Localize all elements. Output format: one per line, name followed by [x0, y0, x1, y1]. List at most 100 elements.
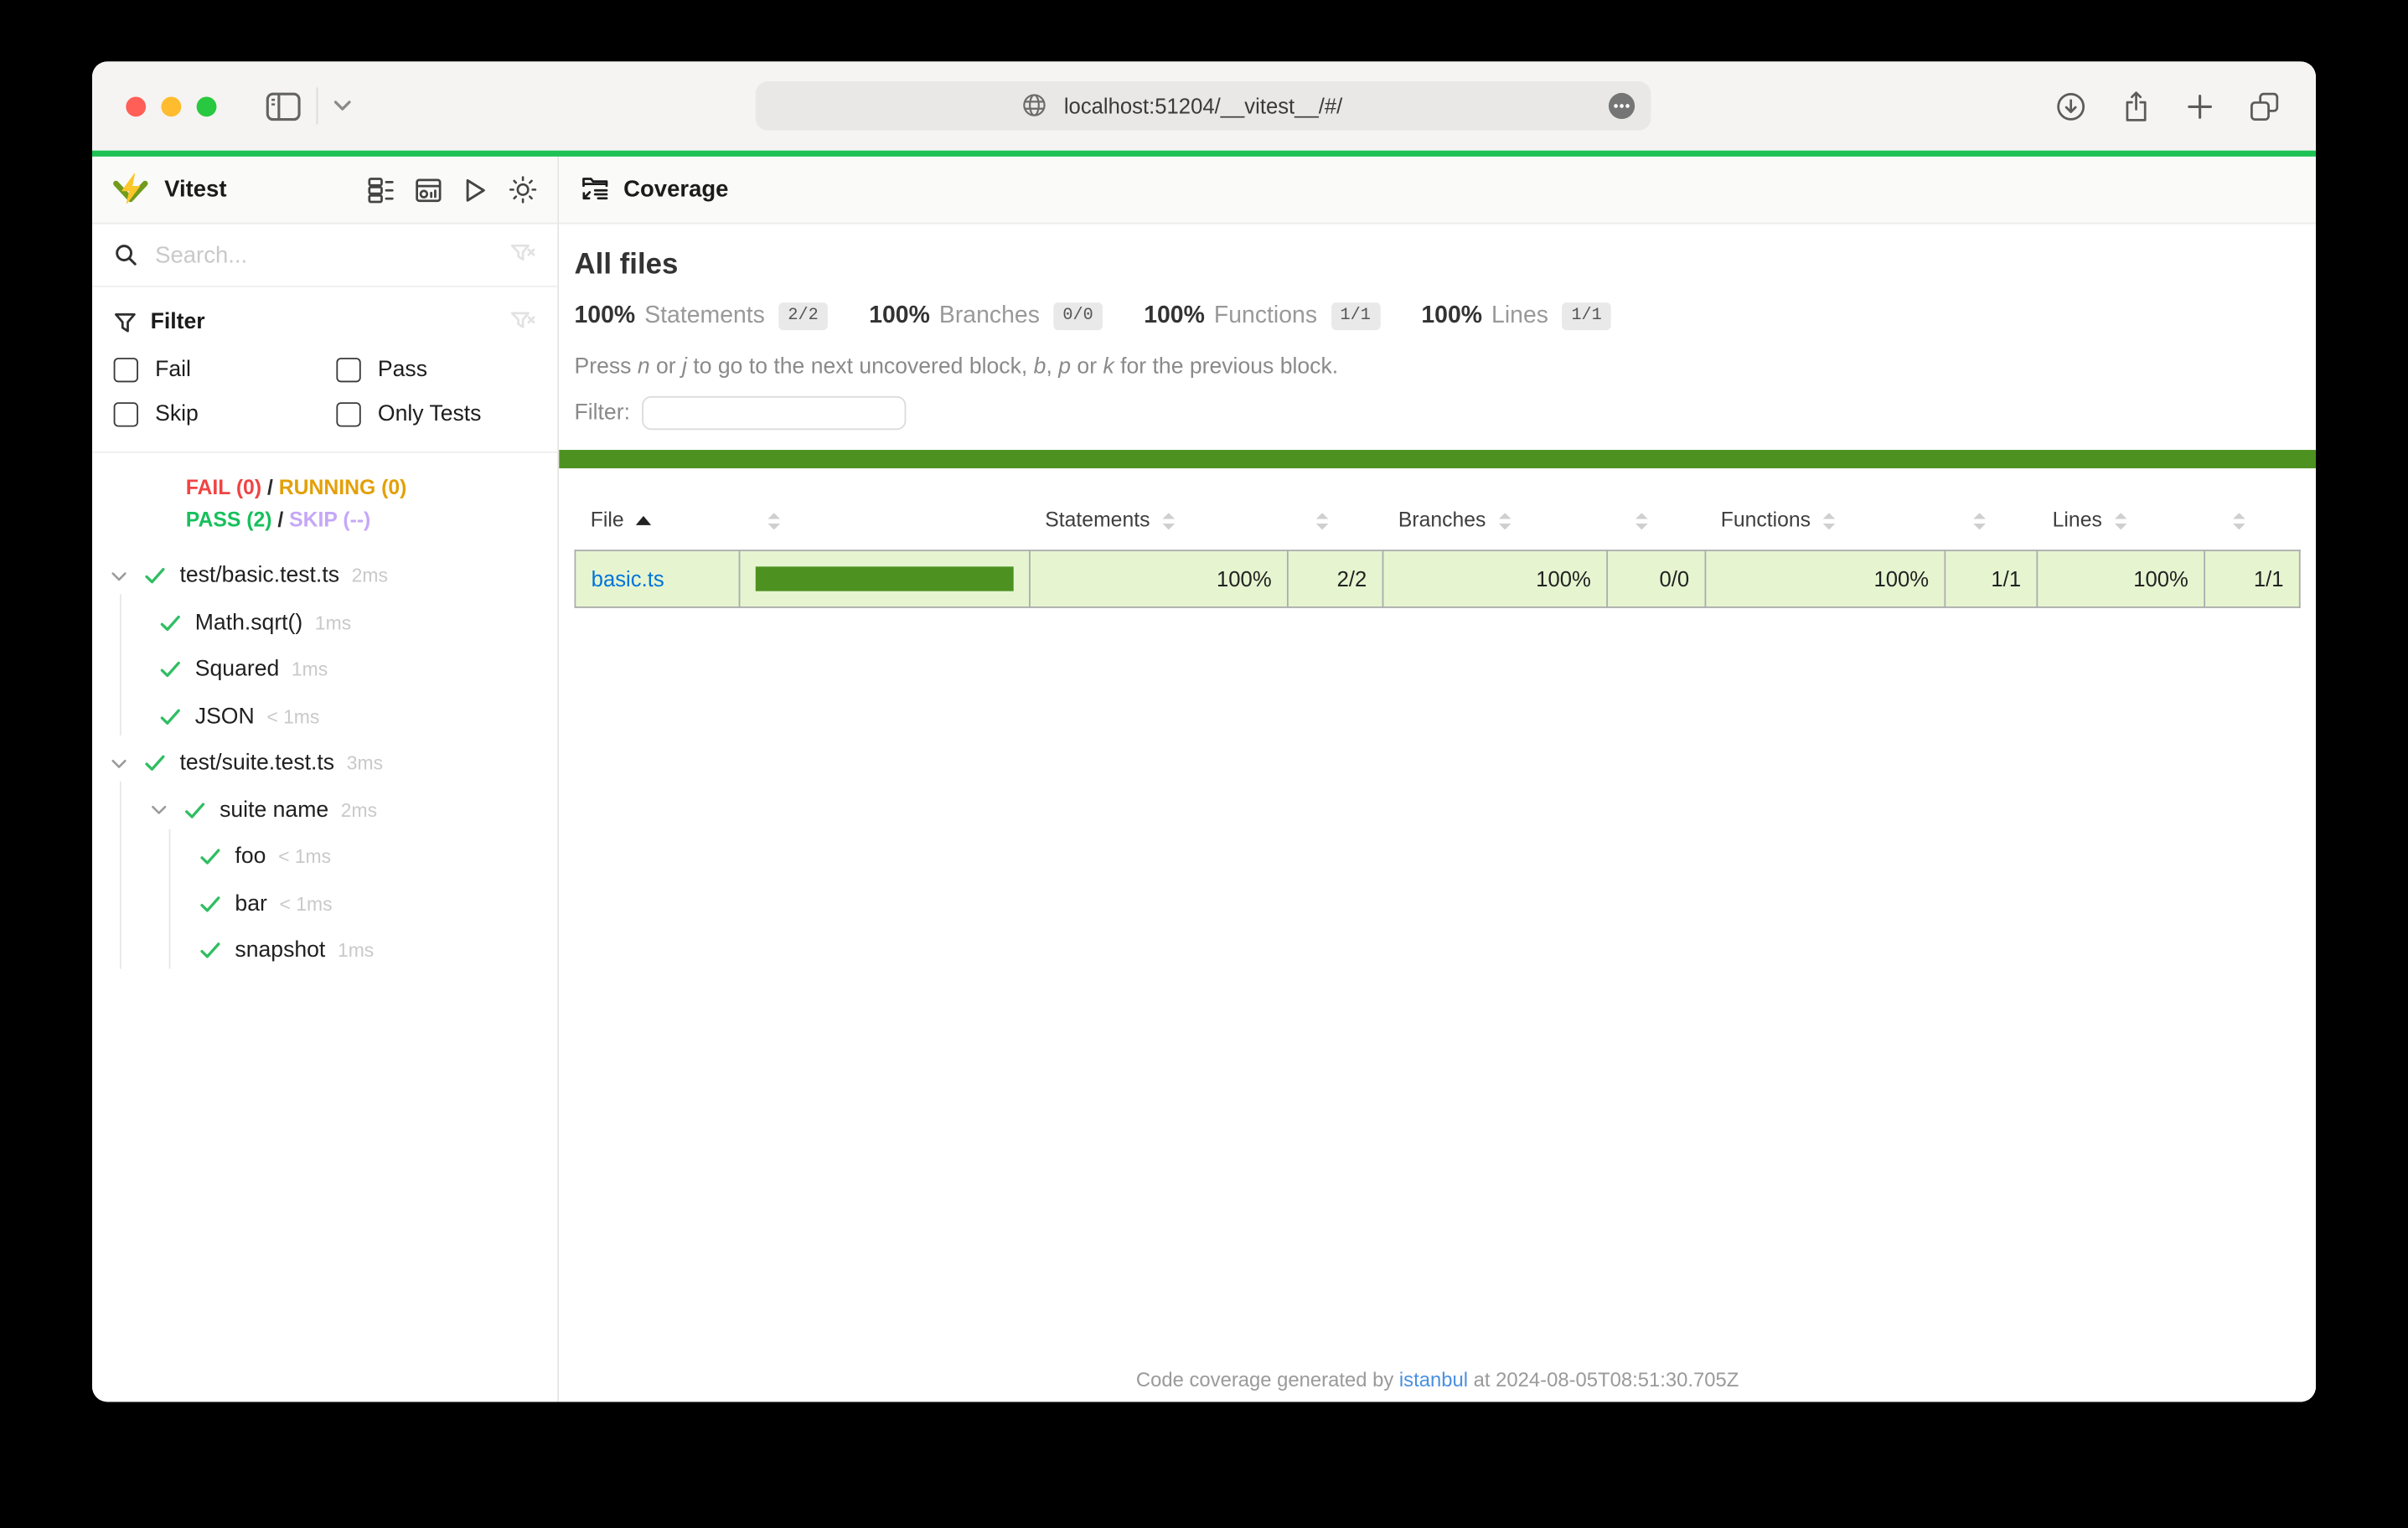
coverage-panel: Coverage All files 100% Statements 2/2 1…	[559, 157, 2316, 1402]
pass-check-icon	[199, 942, 221, 960]
sidebar-header: Vitest	[92, 157, 557, 225]
test-duration: < 1ms	[266, 706, 319, 728]
pass-check-icon	[144, 567, 166, 586]
functions-ratio-cell: 1/1	[1945, 550, 2037, 607]
address-bar[interactable]: localhost:51204/__vitest__/#/	[756, 81, 1651, 131]
column-header-branches[interactable]: Branches	[1383, 490, 1608, 550]
sorter-icon[interactable]	[1635, 513, 1647, 529]
coverage-filter-row: Filter:	[575, 396, 2317, 430]
tab-overview-icon[interactable]	[2250, 91, 2279, 121]
pass-check-icon	[144, 754, 166, 772]
sorter-icon[interactable]	[2232, 513, 2245, 529]
sorter-icon[interactable]	[767, 513, 780, 529]
tree-item-squared[interactable]: Squared 1ms	[92, 647, 557, 694]
clear-search-filter-icon[interactable]	[510, 243, 536, 267]
metric-statements: 100% Statements 2/2	[575, 302, 828, 330]
column-header-statements[interactable]: Statements	[1030, 490, 1288, 550]
file-cell: basic.ts	[575, 550, 739, 607]
column-header-chart[interactable]	[740, 490, 1030, 550]
tree-item-math-sqrt[interactable]: Math.sqrt() 1ms	[92, 600, 557, 647]
coverage-chart-cell	[740, 550, 1030, 607]
sorter-icon[interactable]	[2115, 513, 2127, 529]
skip-checkbox[interactable]	[114, 401, 138, 426]
tree-item-snapshot[interactable]: snapshot 1ms	[92, 927, 557, 974]
sort-ascending-icon	[636, 517, 651, 526]
coverage-fill-bar	[756, 566, 1014, 591]
dashboard-icon[interactable]	[415, 176, 442, 204]
coverage-table: File Statements Branches Functions Lines	[575, 490, 2301, 608]
coverage-filter-label: Filter:	[575, 400, 630, 425]
keyboard-hint: Press n or j to go to the next uncovered…	[575, 354, 2317, 379]
test-duration: < 1ms	[280, 893, 333, 915]
chevron-down-icon[interactable]	[111, 570, 129, 583]
lines-pct-cell: 100%	[2037, 550, 2204, 607]
filter-option-pass[interactable]: Pass	[336, 347, 535, 391]
toolbar-actions	[2056, 90, 2316, 121]
tree-item-json[interactable]: JSON < 1ms	[92, 694, 557, 741]
search-input[interactable]	[152, 240, 496, 270]
coverage-table-header-row: File Statements Branches Functions Lines	[575, 490, 2299, 550]
pass-check-icon	[184, 801, 206, 819]
column-header-file[interactable]: File	[575, 490, 739, 550]
filter-option-only-tests[interactable]: Only Tests	[336, 391, 535, 436]
sorter-icon[interactable]	[1315, 513, 1328, 529]
test-duration: < 1ms	[278, 846, 331, 868]
tree-item-suite-test-file[interactable]: test/suite.test.ts 3ms	[92, 740, 557, 787]
sidebar-menu-chevron-icon[interactable]	[333, 100, 352, 112]
new-tab-icon[interactable]	[2187, 93, 2213, 119]
column-header-lines-ratio[interactable]	[2204, 490, 2300, 550]
clear-filter-icon[interactable]	[510, 310, 536, 334]
downloads-icon[interactable]	[2056, 91, 2085, 121]
chevron-down-icon[interactable]	[151, 803, 169, 817]
column-header-functions[interactable]: Functions	[1705, 490, 1945, 550]
metric-branches: 100% Branches 0/0	[869, 302, 1103, 330]
coverage-report: All files 100% Statements 2/2 100% Branc…	[559, 225, 2316, 1402]
sorter-icon[interactable]	[1162, 513, 1175, 529]
pass-checkbox[interactable]	[336, 357, 360, 381]
coverage-filter-input[interactable]	[643, 396, 907, 430]
tree-item-basic-test-file[interactable]: test/basic.test.ts 2ms	[92, 553, 557, 600]
coverage-metrics: 100% Statements 2/2 100% Branches 0/0 10…	[575, 302, 2317, 330]
only-tests-checkbox[interactable]	[336, 401, 360, 426]
file-link[interactable]: basic.ts	[592, 566, 664, 591]
filter-option-fail[interactable]: Fail	[114, 347, 337, 391]
filter-option-skip[interactable]: Skip	[114, 391, 337, 436]
tree-item-foo[interactable]: foo < 1ms	[92, 834, 557, 880]
pass-check-icon	[199, 895, 221, 913]
metric-ratio-badge: 2/2	[778, 302, 827, 330]
zoom-window-button[interactable]	[197, 96, 217, 116]
screen: localhost:51204/__vitest__/#/	[0, 0, 2408, 1528]
tree-item-suite-name[interactable]: suite name 2ms	[92, 787, 557, 834]
page-options-icon[interactable]	[1608, 92, 1635, 120]
sorter-icon[interactable]	[1972, 513, 1985, 529]
sorter-icon[interactable]	[1823, 513, 1836, 529]
tree-item-bar[interactable]: bar < 1ms	[92, 880, 557, 927]
metric-functions: 100% Functions 1/1	[1144, 302, 1380, 330]
pass-check-icon	[199, 848, 221, 866]
search-bar	[92, 225, 557, 287]
sidebar-toggle-icon[interactable]	[266, 91, 301, 121]
sorter-icon[interactable]	[1498, 513, 1511, 529]
test-duration: 2ms	[341, 799, 377, 821]
pass-check-icon	[160, 614, 182, 632]
fail-checkbox[interactable]	[114, 357, 138, 381]
column-header-functions-ratio[interactable]	[1945, 490, 2037, 550]
vitest-logo	[112, 172, 149, 207]
statements-ratio-cell: 2/2	[1288, 550, 1383, 607]
istanbul-link[interactable]: istanbul	[1399, 1368, 1468, 1391]
tree-guide-line	[120, 594, 121, 736]
run-all-icon[interactable]	[462, 176, 488, 204]
chevron-down-icon[interactable]	[111, 756, 129, 770]
share-icon[interactable]	[2122, 90, 2150, 121]
theme-sun-icon[interactable]	[509, 175, 538, 204]
column-header-statements-ratio[interactable]	[1288, 490, 1383, 550]
test-duration: 1ms	[338, 940, 374, 962]
minimize-window-button[interactable]	[161, 96, 181, 116]
app-title: Vitest	[164, 177, 226, 203]
globe-icon	[1021, 92, 1047, 118]
coverage-footer: Code coverage generated by istanbul at 2…	[559, 1368, 2316, 1391]
column-header-branches-ratio[interactable]	[1607, 490, 1705, 550]
close-window-button[interactable]	[126, 96, 146, 116]
list-tree-icon[interactable]	[367, 176, 395, 204]
column-header-lines[interactable]: Lines	[2037, 490, 2204, 550]
